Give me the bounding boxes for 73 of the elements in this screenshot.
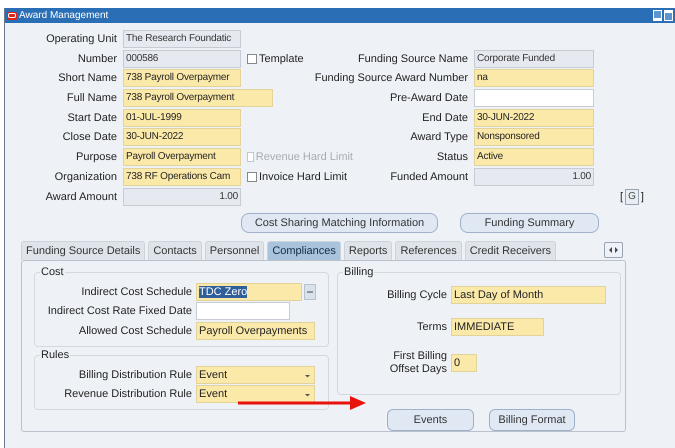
tab[interactable]: Personnel	[204, 240, 264, 260]
field-label: Full Name	[66, 92, 117, 104]
field-label: Purpose	[75, 151, 117, 164]
bracket-text: [	[620, 190, 624, 202]
input-field[interactable]: Nonsponsored	[474, 128, 594, 146]
action-button[interactable]: Events	[387, 408, 474, 430]
group-title: Cost	[40, 266, 65, 278]
checkbox[interactable]: Template	[247, 52, 353, 65]
input-field[interactable]: Event	[196, 366, 315, 384]
go-button[interactable]: G	[625, 188, 639, 204]
action-button[interactable]: Billing Format	[489, 408, 575, 430]
action-button[interactable]: Cost Sharing Matching Information	[241, 212, 438, 232]
field-label: Billing Cycle	[386, 288, 447, 300]
window-title: Award Management	[19, 10, 110, 21]
minimize-icon[interactable]	[653, 10, 662, 21]
input-field[interactable]: 0	[451, 354, 477, 372]
input-field[interactable]: 30-JUN-2022	[123, 128, 241, 146]
input-field[interactable]: Payroll Overpayments	[196, 322, 315, 340]
tab[interactable]: Funding Source Details	[21, 240, 146, 260]
field-label: Terms	[416, 320, 447, 332]
input-field[interactable]: 738 Payroll Overpayment	[123, 89, 273, 108]
field-label: Funded Amount	[390, 170, 468, 183]
tab-scroll-icon[interactable]	[604, 242, 623, 258]
field-label: Indirect Cost Rate Fixed Date	[46, 305, 192, 318]
field-label: Revenue Distribution Rule	[63, 388, 192, 400]
field-label: Billing Distribution Rule	[78, 369, 192, 381]
checkbox[interactable]: Invoice Hard Limit	[247, 170, 353, 183]
field-label: Allowed Cost Schedule	[78, 324, 192, 337]
tab[interactable]: Compliances	[267, 240, 341, 260]
field-label: Funding Source Award Number	[314, 72, 468, 84]
field-label: Operating Unit	[45, 33, 117, 45]
tab[interactable]: Contacts	[148, 240, 202, 260]
input-field[interactable]: 1.00	[123, 188, 241, 206]
input-field[interactable]: 30-JUN-2022	[474, 108, 594, 127]
maximize-icon[interactable]	[664, 10, 673, 21]
field-label: Short Name	[57, 72, 117, 84]
tab[interactable]: Credit Receivers	[464, 240, 556, 260]
app-icon	[7, 12, 17, 20]
input-field[interactable]	[196, 302, 290, 320]
input-field[interactable]: Event	[196, 385, 315, 403]
field-label: Pre-Award Date	[390, 92, 468, 104]
field-label: Award Type	[410, 131, 468, 144]
input-field[interactable]: Corporate Funded	[474, 50, 594, 68]
input-field[interactable]: 738 Payroll Overpaymer	[123, 69, 241, 88]
input-field[interactable]: 000586	[123, 50, 241, 68]
field-label: Award Amount	[44, 190, 117, 202]
input-field[interactable]: 1.00	[474, 168, 594, 186]
tab[interactable]: Reports	[344, 240, 392, 260]
field-label: First Billing Offset Days	[388, 350, 447, 376]
input-field[interactable]: IMMEDIATE	[451, 318, 544, 336]
field-label: Indirect Cost Schedule	[80, 286, 192, 298]
field-label: Close Date	[62, 131, 117, 144]
group-title: Rules	[40, 349, 70, 361]
bracket-text: ]	[640, 190, 644, 202]
input-field[interactable]: Last Day of Month	[451, 286, 606, 304]
input-field[interactable]: na	[474, 69, 594, 88]
ellipsis-icon[interactable]	[304, 284, 316, 300]
action-button[interactable]: Funding Summary	[460, 212, 599, 232]
field-label: Status	[436, 151, 468, 164]
input-field[interactable]: TDC Zero	[196, 282, 302, 301]
input-field[interactable]: The Research Foundatic	[123, 30, 241, 48]
field-label: Number	[76, 52, 117, 65]
field-label: Organization	[54, 170, 117, 183]
group-title: Billing	[343, 266, 374, 278]
input-field[interactable]	[474, 89, 594, 108]
tab[interactable]: References	[395, 240, 462, 260]
input-field[interactable]: Active	[474, 148, 594, 166]
input-field[interactable]: 01-JUL-1999	[123, 108, 241, 127]
input-field[interactable]: 738 RF Operations Cam	[123, 168, 241, 186]
field-label: End Date	[422, 112, 468, 124]
field-label: Funding Source Name	[358, 52, 468, 65]
field-label: Start Date	[66, 112, 117, 124]
input-field[interactable]: Payroll Overpayment	[123, 148, 241, 166]
